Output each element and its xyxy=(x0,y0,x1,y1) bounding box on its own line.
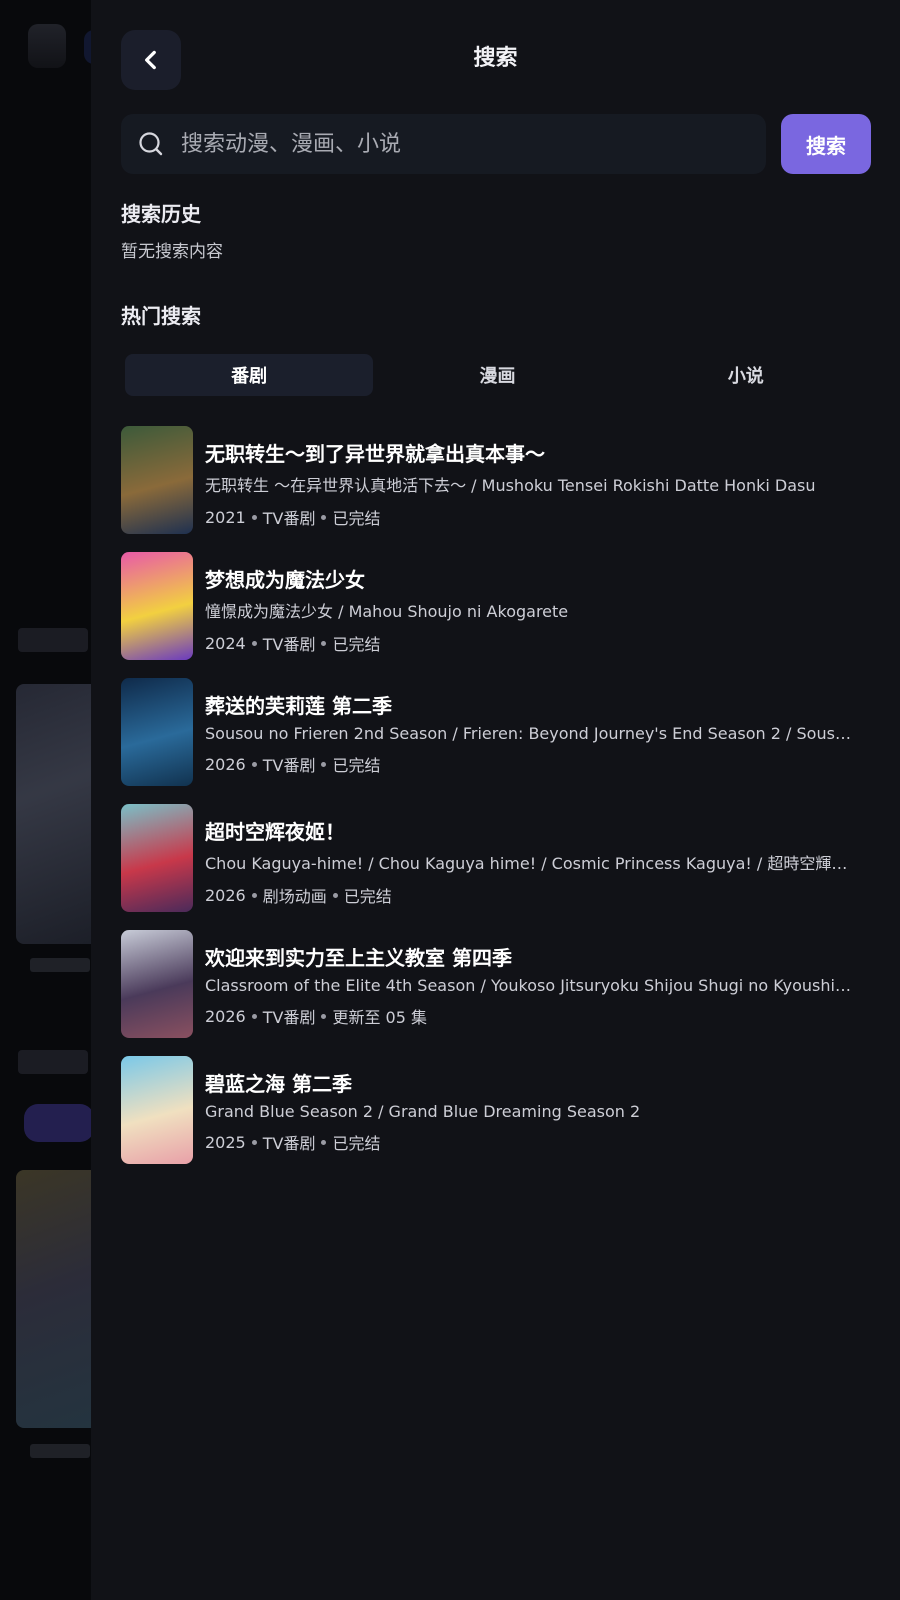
result-title: 梦想成为魔法少女 xyxy=(205,568,365,592)
poster-image xyxy=(121,930,193,1038)
separator-dot xyxy=(321,761,327,767)
result-meta: 2025 TV番剧 已完结 xyxy=(205,1130,855,1154)
result-alt-titles: 憧憬成为魔法少女 / Mahou Shoujo ni Akogarete xyxy=(205,602,569,621)
separator-dot xyxy=(251,892,257,898)
result-status: 已完结 xyxy=(332,756,381,775)
separator-dot xyxy=(251,640,257,646)
poster-image xyxy=(121,552,193,660)
result-meta: 2026 TV番剧 更新至 05 集 xyxy=(205,1004,855,1028)
separator-dot xyxy=(251,514,257,520)
result-type: TV番剧 xyxy=(262,1008,316,1027)
tab-novel[interactable]: 小说 xyxy=(622,354,870,396)
separator-dot xyxy=(321,640,327,646)
background-section-heading xyxy=(18,628,88,652)
background-section-heading xyxy=(18,1050,88,1074)
result-title: 无职转生～到了异世界就拿出真本事～ xyxy=(205,442,545,466)
result-type: TV番剧 xyxy=(262,635,316,654)
result-info: 超时空辉夜姬！ Chou Kaguya-hime! / Chou Kaguya … xyxy=(205,804,855,912)
result-meta: 2026 剧场动画 已完结 xyxy=(205,883,855,907)
result-year: 2024 xyxy=(205,633,246,653)
result-alt-titles: Sousou no Frieren 2nd Season / Frieren: … xyxy=(205,724,855,743)
result-info: 碧蓝之海 第二季 Grand Blue Season 2 / Grand Blu… xyxy=(205,1056,855,1164)
result-alt-titles: Classroom of the Elite 4th Season / Youk… xyxy=(205,976,855,995)
result-alt-titles: Chou Kaguya-hime! / Chou Kaguya hime! / … xyxy=(205,854,855,873)
result-year: 2026 xyxy=(205,885,246,905)
result-item[interactable]: 葬送的芙莉莲 第二季 Sousou no Frieren 2nd Season … xyxy=(121,678,861,786)
search-button[interactable]: 搜索 xyxy=(781,114,871,174)
poster-image xyxy=(121,1056,193,1164)
result-title: 超时空辉夜姬！ xyxy=(205,820,345,844)
result-item[interactable]: 梦想成为魔法少女 憧憬成为魔法少女 / Mahou Shoujo ni Akog… xyxy=(121,552,861,660)
result-title: 碧蓝之海 第二季 xyxy=(205,1072,352,1096)
result-info: 无职转生～到了异世界就拿出真本事～ 无职转生 ～在异世界认真地活下去～ / Mu… xyxy=(205,426,855,534)
hot-search-title: 热门搜索 xyxy=(121,304,201,328)
poster-image xyxy=(121,426,193,534)
result-alt-titles: 无职转生 ～在异世界认真地活下去～ / Mushoku Tensei Rokis… xyxy=(205,476,816,495)
result-year: 2021 xyxy=(205,507,246,527)
tab-anime[interactable]: 番剧 xyxy=(125,354,374,396)
result-title: 欢迎来到实力至上主义教室 第四季 xyxy=(205,946,512,970)
result-item[interactable]: 超时空辉夜姬！ Chou Kaguya-hime! / Chou Kaguya … xyxy=(121,804,861,912)
tab-manga[interactable]: 漫画 xyxy=(373,354,621,396)
background-card-label xyxy=(30,1444,90,1458)
separator-dot xyxy=(251,761,257,767)
page-title: 搜索 xyxy=(473,46,518,71)
result-type: 剧场动画 xyxy=(262,887,327,906)
result-meta: 2026 TV番剧 已完结 xyxy=(205,752,855,776)
result-year: 2026 xyxy=(205,754,246,774)
separator-dot xyxy=(251,1139,257,1145)
search-icon xyxy=(139,132,163,156)
search-history-title: 搜索历史 xyxy=(121,202,201,226)
result-status: 更新至 05 集 xyxy=(332,1008,427,1027)
poster-image xyxy=(121,678,193,786)
hot-search-tabs: 番剧 漫画 小说 xyxy=(125,354,870,396)
result-title: 葬送的芙莉莲 第二季 xyxy=(205,694,392,718)
header: 搜索 xyxy=(91,0,900,120)
search-box[interactable] xyxy=(121,114,766,174)
result-status: 已完结 xyxy=(343,887,392,906)
result-info: 葬送的芙莉莲 第二季 Sousou no Frieren 2nd Season … xyxy=(205,678,855,786)
separator-dot xyxy=(321,1013,327,1019)
search-history-empty: 暂无搜索内容 xyxy=(121,242,223,262)
hot-search-results: 无职转生～到了异世界就拿出真本事～ 无职转生 ～在异世界认真地活下去～ / Mu… xyxy=(121,426,861,1182)
separator-dot xyxy=(321,514,327,520)
result-type: TV番剧 xyxy=(262,1134,316,1153)
result-item[interactable]: 欢迎来到实力至上主义教室 第四季 Classroom of the Elite … xyxy=(121,930,861,1038)
result-status: 已完结 xyxy=(332,1134,381,1153)
background-chip xyxy=(24,1104,94,1142)
separator-dot xyxy=(332,892,338,898)
background-card-label xyxy=(30,958,90,972)
app-logo xyxy=(28,24,66,68)
poster-image xyxy=(121,804,193,912)
search-input[interactable] xyxy=(165,114,766,174)
result-type: TV番剧 xyxy=(262,509,316,528)
search-drawer: 搜索 搜索 搜索历史 暂无搜索内容 热门搜索 番剧 漫画 小说 无职转生～到了异… xyxy=(91,0,900,1600)
result-meta: 2024 TV番剧 已完结 xyxy=(205,631,855,655)
result-status: 已完结 xyxy=(332,635,381,654)
result-status: 已完结 xyxy=(332,509,381,528)
result-info: 梦想成为魔法少女 憧憬成为魔法少女 / Mahou Shoujo ni Akog… xyxy=(205,552,855,660)
result-item[interactable]: 碧蓝之海 第二季 Grand Blue Season 2 / Grand Blu… xyxy=(121,1056,861,1164)
search-bar: 搜索 xyxy=(121,114,871,174)
result-item[interactable]: 无职转生～到了异世界就拿出真本事～ 无职转生 ～在异世界认真地活下去～ / Mu… xyxy=(121,426,861,534)
result-info: 欢迎来到实力至上主义教室 第四季 Classroom of the Elite … xyxy=(205,930,855,1038)
result-year: 2026 xyxy=(205,1006,246,1026)
result-year: 2025 xyxy=(205,1132,246,1152)
result-meta: 2021 TV番剧 已完结 xyxy=(205,505,855,529)
separator-dot xyxy=(321,1139,327,1145)
separator-dot xyxy=(251,1013,257,1019)
result-alt-titles: Grand Blue Season 2 / Grand Blue Dreamin… xyxy=(205,1102,641,1121)
result-type: TV番剧 xyxy=(262,756,316,775)
